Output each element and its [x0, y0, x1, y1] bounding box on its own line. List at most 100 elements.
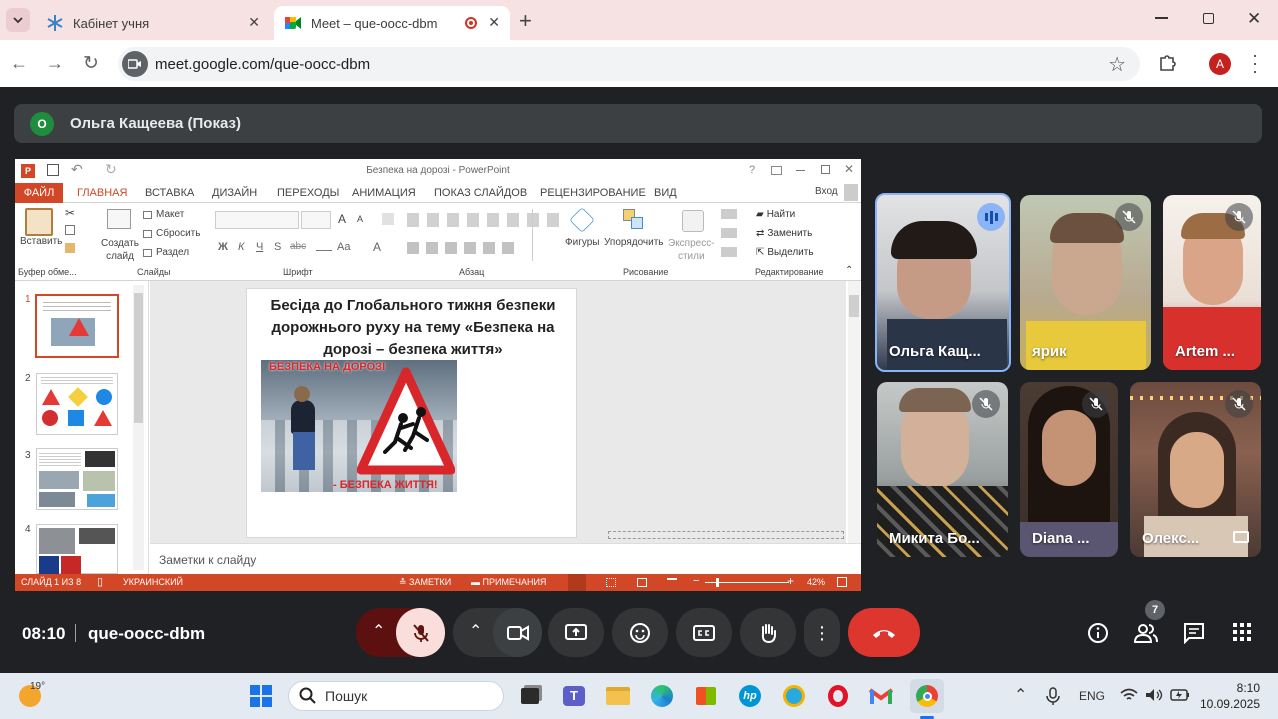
participant-tile[interactable]: Artem ...	[1163, 195, 1261, 370]
captions-button[interactable]	[676, 608, 732, 657]
normal-view-icon[interactable]	[568, 574, 586, 591]
italic-button[interactable]: К	[238, 241, 244, 253]
participant-tile[interactable]: ярик	[1020, 195, 1151, 370]
windows-start-icon[interactable]	[250, 685, 272, 707]
microphone-icon[interactable]	[1046, 687, 1060, 705]
opera-icon[interactable]	[823, 681, 853, 711]
select-button[interactable]: ⇱ Выделить	[756, 247, 814, 258]
minimize-icon[interactable]	[1155, 17, 1168, 19]
replace-button[interactable]: ⇄ Заменить	[756, 228, 812, 239]
file-explorer-icon[interactable]	[603, 681, 633, 711]
participant-tile[interactable]: Микита Бо...	[877, 382, 1008, 557]
people-button[interactable]: 7	[1133, 600, 1165, 649]
new-tab-icon[interactable]: +	[519, 8, 532, 34]
profile-avatar[interactable]: A	[1209, 53, 1231, 75]
clock-date[interactable]: 10.09.2025	[1190, 697, 1260, 711]
extensions-icon[interactable]	[1157, 52, 1177, 72]
back-arrow-icon[interactable]: ←	[10, 53, 28, 74]
task-view-icon[interactable]	[515, 681, 545, 711]
address-bar[interactable]: meet.google.com/que-oocc-dbm ☆	[118, 47, 1140, 81]
ribbon-tab-home[interactable]: ГЛАВНАЯ	[77, 187, 127, 199]
ribbon-tab-file[interactable]: ФАЙЛ	[15, 183, 63, 203]
pip-icon[interactable]	[1233, 531, 1249, 543]
tab-close-icon[interactable]: ✕	[248, 14, 260, 31]
new-slide-icon[interactable]	[107, 209, 131, 229]
clear-format-icon[interactable]	[382, 213, 394, 225]
ppt-maximize-icon[interactable]	[821, 165, 830, 174]
comments-toggle[interactable]: ▬ ПРИМЕЧАНИЯ	[471, 577, 546, 587]
menu-kebab-icon[interactable]: · · ·	[1252, 46, 1258, 80]
current-slide[interactable]: Бесіда до Глобального тижня безпеки доро…	[246, 288, 577, 538]
slide-image[interactable]: БЕЗПЕКА НА ДОРОЗІ - БЕЗПЕКА ЖИТТЯ!	[261, 360, 457, 492]
store-icon[interactable]	[691, 681, 721, 711]
app-icon[interactable]	[779, 681, 809, 711]
raise-hand-button[interactable]	[740, 608, 796, 657]
underline-button[interactable]: Ч	[256, 241, 263, 253]
notes-pane[interactable]: Заметки к слайду	[150, 543, 861, 574]
fit-window-icon[interactable]	[837, 577, 847, 587]
mute-mic-button[interactable]	[396, 608, 445, 657]
restore-icon[interactable]	[1203, 13, 1214, 24]
edge-icon[interactable]	[647, 681, 677, 711]
font-color-button[interactable]: A	[373, 240, 381, 254]
paste-button[interactable]: Вставить	[20, 236, 62, 247]
ribbon-tab-review[interactable]: РЕЦЕНЗИРОВАНИЕ	[540, 187, 646, 199]
font-name-select[interactable]	[215, 211, 299, 229]
copy-icon[interactable]	[65, 225, 75, 235]
video-options-chevron-icon[interactable]: ⌃	[469, 621, 482, 641]
ribbon-tab-insert[interactable]: ВСТАВКА	[145, 187, 194, 199]
thumb-slide-3[interactable]	[36, 448, 118, 510]
tab-meet[interactable]: Meet – que-oocc-dbm ✕	[274, 6, 510, 40]
forward-arrow-icon[interactable]: →	[46, 53, 64, 74]
change-case-button[interactable]: Aa	[337, 241, 350, 253]
sorter-view-icon[interactable]	[606, 578, 616, 587]
arrange-button[interactable]: Упорядочить	[604, 237, 664, 248]
placeholder-box[interactable]	[608, 531, 844, 539]
char-spacing-icon[interactable]	[316, 245, 332, 251]
shadow-button[interactable]: S	[274, 241, 281, 253]
tab-kabinet[interactable]: Кабінет учня ✕	[36, 6, 270, 40]
more-options-button[interactable]: · · ·	[804, 608, 840, 657]
ribbon-tab-view[interactable]: ВИД	[654, 187, 677, 199]
reactions-button[interactable]	[612, 608, 668, 657]
language-status[interactable]: УКРАИНСКИЙ	[123, 577, 183, 587]
reload-icon[interactable]: ↻	[83, 52, 99, 75]
find-button[interactable]: ▰ Найти	[756, 209, 795, 220]
shapes-icon[interactable]	[569, 207, 595, 233]
tray-overflow-icon[interactable]: ⌃	[1014, 685, 1027, 705]
slide-title[interactable]: Бесіда до Глобального тижня безпеки доро…	[257, 295, 569, 361]
meeting-info-icon[interactable]	[1087, 622, 1109, 644]
battery-icon[interactable]	[1170, 688, 1190, 702]
bookmark-star-icon[interactable]: ☆	[1108, 52, 1126, 77]
ppt-close-icon[interactable]: ✕	[844, 162, 854, 176]
quick-styles-button[interactable]: Экспресс-стили	[668, 237, 715, 263]
volume-icon[interactable]	[1145, 688, 1163, 702]
font-size-select[interactable]	[301, 211, 331, 229]
site-info-icon[interactable]	[122, 51, 148, 77]
camera-button[interactable]	[493, 608, 542, 657]
ribbon-tab-transitions[interactable]: ПЕРЕХОДЫ	[277, 187, 339, 199]
strikethrough-button[interactable]: abc	[290, 241, 306, 252]
gmail-icon[interactable]	[866, 681, 896, 711]
editor-scrollbar[interactable]	[848, 281, 860, 543]
thumb-slide-1[interactable]	[35, 294, 119, 358]
ribbon-tab-design[interactable]: ДИЗАЙН	[212, 187, 257, 199]
close-window-icon[interactable]: ✕	[1247, 9, 1261, 29]
participant-tile[interactable]: Ольга Кащ...	[875, 193, 1011, 372]
ribbon-display-icon[interactable]	[771, 166, 782, 175]
spellcheck-icon[interactable]: ▯	[97, 575, 103, 588]
paste-icon[interactable]	[25, 208, 53, 236]
bold-button[interactable]: Ж	[218, 241, 228, 253]
tab-search-button[interactable]	[6, 8, 30, 32]
chrome-icon[interactable]	[910, 679, 944, 713]
shrink-font-button[interactable]: A	[357, 214, 363, 224]
present-button[interactable]	[548, 608, 604, 657]
ribbon-tab-slideshow[interactable]: ПОКАЗ СЛАЙДОВ	[434, 187, 527, 199]
reset-button[interactable]: Сбросить	[143, 228, 200, 239]
cut-icon[interactable]: ✂	[65, 206, 75, 220]
shape-fill-buttons[interactable]	[721, 209, 737, 257]
zoom-out-icon[interactable]: −	[693, 575, 699, 587]
zoom-level[interactable]: 42%	[807, 577, 825, 587]
teams-icon[interactable]: T	[559, 681, 589, 711]
ppt-minimize-icon[interactable]	[796, 170, 805, 171]
